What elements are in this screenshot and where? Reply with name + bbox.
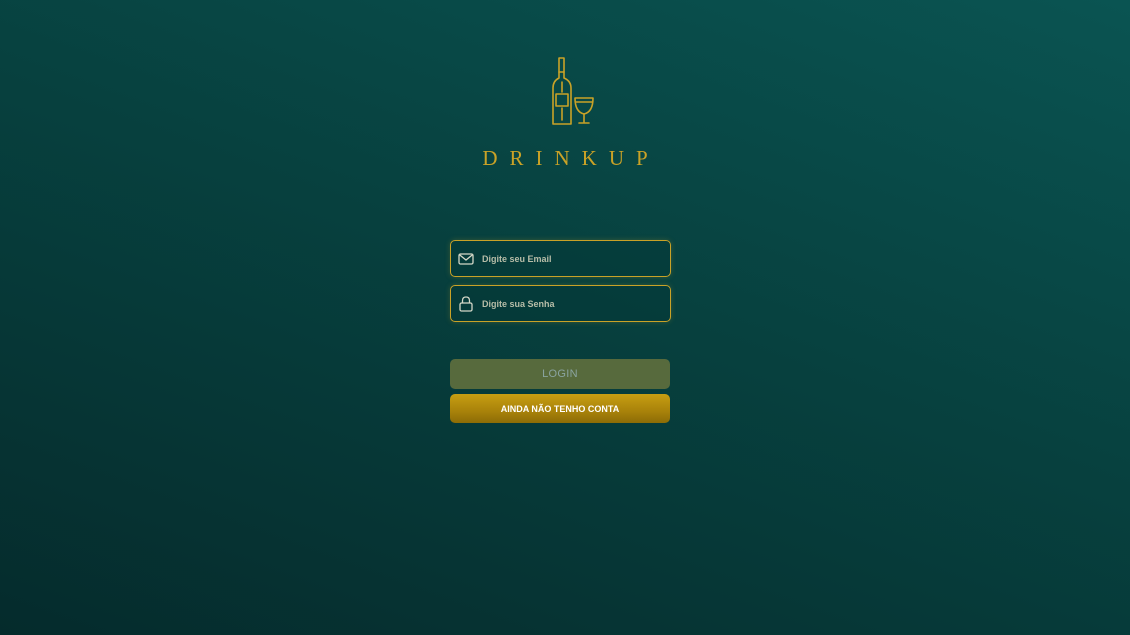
brand-name: DRINKUP <box>482 146 660 170</box>
password-field[interactable] <box>450 285 671 322</box>
email-field[interactable] <box>450 240 671 277</box>
login-button[interactable]: LOGIN <box>450 359 670 389</box>
lock-icon <box>458 295 474 312</box>
signup-button[interactable]: AINDA NÃO TENHO CONTA <box>450 394 670 423</box>
password-input[interactable] <box>482 298 662 309</box>
login-form: LOGIN AINDA NÃO TENHO CONTA <box>450 240 671 423</box>
wine-bottle-glass-icon <box>552 57 594 125</box>
email-input[interactable] <box>482 253 662 264</box>
envelope-icon <box>458 251 474 267</box>
brand-header: DRINKUP <box>0 54 1130 171</box>
